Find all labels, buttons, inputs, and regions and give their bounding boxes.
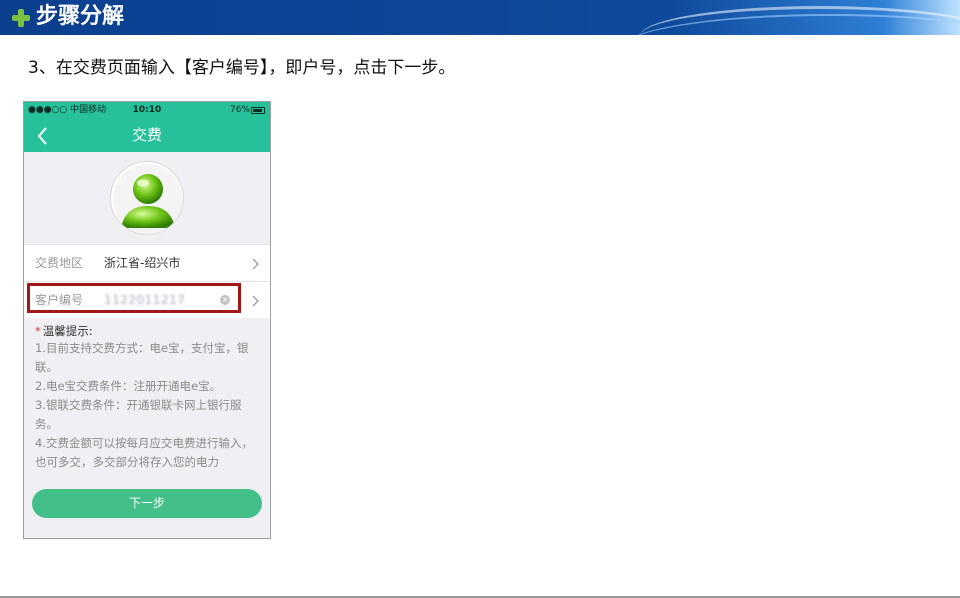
highlight-box (27, 283, 241, 313)
battery-percent: 76% (229, 105, 250, 115)
tips-title-text: 温馨提示: (42, 324, 93, 338)
phone-screenshot: ●●●○○ 中国移动 10:10 76% 交费 交费地区 浙江省-绍兴市 客户编… (23, 101, 271, 539)
tip-line: 2.电e宝交费条件：注册开通电e宝。 (35, 379, 222, 393)
user-avatar-icon (113, 164, 183, 234)
status-bar: ●●●○○ 中国移动 10:10 76% (24, 102, 270, 118)
region-label: 交费地区 (35, 256, 84, 270)
region-row[interactable]: 交费地区 浙江省-绍兴市 (24, 244, 270, 281)
header-banner: 步骤分解 (0, 0, 960, 35)
chevron-right-icon (252, 295, 259, 307)
battery-icon (251, 107, 265, 114)
avatar (110, 161, 184, 235)
tips-panel: * 温馨提示: 1.目前支持交费方式：电e宝，支付宝，银联。 2.电e宝交费条件：… (35, 324, 261, 472)
chevron-right-icon (252, 258, 259, 270)
region-value: 浙江省-绍兴市 (104, 256, 181, 270)
tip-line: 3.银联交费条件：开通银联卡网上银行服务。 (35, 398, 242, 431)
next-step-button[interactable]: 下一步 (32, 489, 262, 518)
tips-title: * 温馨提示: (35, 324, 261, 338)
plus-icon (12, 9, 30, 27)
banner-title: 步骤分解 (36, 4, 125, 29)
nav-bar: ●●●○○ 中国移动 10:10 76% 交费 (24, 102, 270, 152)
required-star: * (35, 324, 41, 338)
step-instruction: 3、在交费页面输入【客户编号】，即户号，点击下一步。 (28, 58, 456, 78)
page-title: 交费 (131, 126, 162, 144)
tip-line: 1.目前支持交费方式：电e宝，支付宝，银联。 (35, 341, 249, 374)
tip-line: 4.交费金额可以按每月应交电费进行输入，也可多交，多交部分将存入您的电力 (35, 436, 253, 469)
